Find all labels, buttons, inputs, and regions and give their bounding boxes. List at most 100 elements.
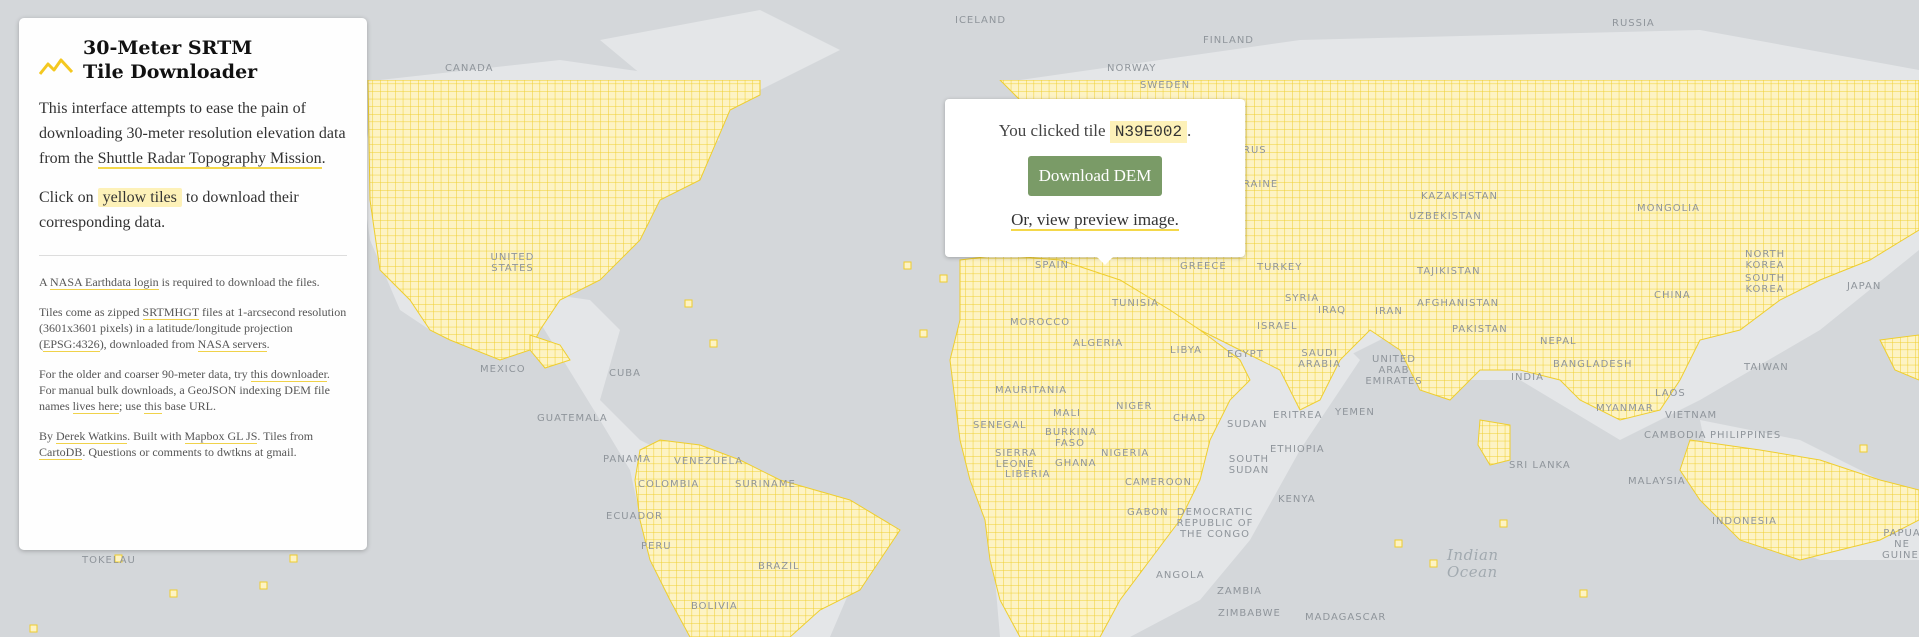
- label-mali: MALI: [1053, 408, 1081, 419]
- label-tunisia: TUNISIA: [1112, 298, 1159, 309]
- label-cambodia: CAMBODIA: [1644, 430, 1707, 441]
- label-indonesia: INDONESIA: [1712, 516, 1777, 527]
- label-israel: ISRAEL: [1257, 321, 1298, 332]
- label-gabon: GABON: [1127, 507, 1169, 518]
- label-brazil: BRAZIL: [758, 561, 800, 572]
- label-norway: NORWAY: [1107, 63, 1157, 74]
- p2-t1: Tiles come as zipped: [39, 305, 143, 319]
- label-zambia: ZAMBIA: [1217, 586, 1262, 597]
- label-vietnam: VIETNAM: [1665, 410, 1718, 421]
- label-kenya: KENYA: [1278, 494, 1316, 505]
- label-colombia: COLOMBIA: [638, 479, 700, 490]
- label-nepal: NEPAL: [1540, 336, 1577, 347]
- p2-t3: ), downloaded from: [99, 337, 198, 351]
- label-ghana: GHANA: [1055, 458, 1097, 469]
- label-spain: SPAIN: [1035, 260, 1070, 271]
- label-zimbabwe: ZIMBABWE: [1218, 608, 1281, 619]
- label-mongolia: MONGOLIA: [1637, 203, 1700, 214]
- instructions-paragraph: Click on yellow tiles to download their …: [39, 185, 347, 235]
- label-angola: ANGOLA: [1156, 570, 1205, 581]
- label-north-korea: NORTH KOREA: [1745, 249, 1786, 271]
- label-philippines: PHILIPPINES: [1710, 430, 1782, 441]
- label-guatemala: GUATEMALA: [537, 413, 608, 424]
- label-belarus: RUS: [1243, 145, 1267, 156]
- epsg-link[interactable]: EPSG:4326: [43, 337, 100, 352]
- srtm-link[interactable]: Shuttle Radar Topography Mission: [97, 150, 322, 169]
- bulk-note: For the older and coarser 90-meter data,…: [39, 366, 347, 414]
- p1-t2: is required to download the files.: [158, 275, 320, 289]
- 90m-downloader-link[interactable]: this downloader: [250, 367, 327, 382]
- mapbox-link[interactable]: Mapbox GL JS: [184, 429, 258, 444]
- preview-image-link[interactable]: Or, view preview image.: [945, 210, 1245, 231]
- format-note: Tiles come as zipped SRTMHGT files at 1-…: [39, 304, 347, 352]
- p4-t1: By: [39, 429, 57, 443]
- label-iran: IRAN: [1375, 306, 1403, 317]
- label-bolivia: BOLIVIA: [691, 601, 738, 612]
- label-sri-lanka: SRI LANKA: [1509, 460, 1571, 471]
- label-egypt: EGYPT: [1227, 349, 1264, 360]
- label-finland: FINLAND: [1203, 35, 1255, 46]
- label-peru: PERU: [641, 541, 672, 552]
- label-canada: CANADA: [445, 63, 494, 74]
- label-malaysia: MALAYSIA: [1628, 476, 1686, 487]
- label-nigeria: NIGERIA: [1101, 448, 1150, 459]
- label-indian-ocean: Indian Ocean: [1447, 546, 1499, 581]
- title-line-2: Tile Downloader: [83, 61, 258, 83]
- label-bangladesh: BANGLADESH: [1553, 359, 1633, 370]
- label-panama: PANAMA: [603, 454, 652, 465]
- nasa-servers-link[interactable]: NASA servers: [197, 337, 267, 352]
- label-burkina-faso: BURKINA FASO: [1045, 427, 1097, 449]
- preview-label: Or, view preview image.: [1011, 210, 1179, 231]
- label-ethiopia: ETHIOPIA: [1270, 444, 1325, 455]
- click-prefix: Click on: [39, 189, 98, 206]
- earthdata-login-link[interactable]: NASA Earthdata login: [50, 275, 159, 290]
- label-laos: LAOS: [1655, 388, 1686, 399]
- popup-suffix: .: [1187, 121, 1192, 140]
- label-mauritania: MAURITANIA: [995, 385, 1068, 396]
- cartodb-link[interactable]: CartoDB: [39, 445, 83, 460]
- label-taiwan: TAIWAN: [1744, 362, 1789, 373]
- yellow-tiles-highlight: yellow tiles: [97, 188, 182, 207]
- label-iceland: ICELAND: [955, 15, 1007, 26]
- label-algeria: ALGERIA: [1073, 338, 1124, 349]
- label-south-sudan: SOUTH SUDAN: [1228, 454, 1270, 476]
- label-ukraine: RAINE: [1243, 179, 1279, 190]
- geojson-link[interactable]: lives here: [72, 399, 119, 414]
- label-suriname: SURINAME: [735, 479, 796, 490]
- label-iraq: IRAQ: [1318, 305, 1347, 316]
- p3-t4: base URL.: [161, 399, 216, 413]
- label-sudan: SUDAN: [1227, 419, 1268, 430]
- popup-message: You clicked tile N39E002.: [945, 119, 1245, 144]
- download-dem-button[interactable]: Download DEM: [1027, 156, 1163, 196]
- p3-t1: For the older and coarser 90-meter data,…: [39, 367, 251, 381]
- p4-t4: . Questions or comments to dwtkns at gma…: [82, 445, 297, 459]
- label-senegal: SENEGAL: [973, 420, 1027, 431]
- label-sierra-leone: SIERRA LEONE: [995, 448, 1037, 470]
- page-title: 30-Meter SRTM Tile Downloader: [83, 36, 257, 84]
- label-mexico: MEXICO: [480, 364, 526, 375]
- login-note: A NASA Earthdata login is required to do…: [39, 274, 347, 290]
- label-tajikistan: TAJIKISTAN: [1417, 266, 1481, 277]
- author-link[interactable]: Derek Watkins: [56, 429, 128, 444]
- srtmhgt-link[interactable]: SRTMHGT: [142, 305, 199, 320]
- label-japan: JAPAN: [1847, 281, 1882, 292]
- label-uzbekistan: UZBEKISTAN: [1409, 211, 1482, 222]
- label-china: CHINA: [1654, 290, 1691, 301]
- label-eritrea: ERITREA: [1273, 410, 1323, 421]
- label-tokelau: TOKELAU: [82, 555, 136, 566]
- label-myanmar: MYANMAR: [1596, 403, 1654, 414]
- label-south-korea: SOUTH KOREA: [1745, 273, 1786, 295]
- credits-note: By Derek Watkins. Built with Mapbox GL J…: [39, 428, 347, 460]
- p1-t1: A: [39, 275, 51, 289]
- p3-t3: ; use: [118, 399, 145, 413]
- base-url-link[interactable]: this: [144, 399, 162, 414]
- label-ecuador: ECUADOR: [606, 511, 663, 522]
- label-liberia: LIBERIA: [1005, 469, 1051, 480]
- label-morocco: MOROCCO: [1010, 317, 1071, 328]
- label-turkey: TURKEY: [1257, 262, 1303, 273]
- label-kazakhstan: KAZAKHSTAN: [1421, 191, 1498, 202]
- label-niger: NIGER: [1116, 401, 1153, 412]
- label-chad: CHAD: [1173, 413, 1207, 424]
- label-uae: UNITED ARAB EMIRATES: [1365, 354, 1423, 387]
- label-madagascar: MADAGASCAR: [1305, 612, 1387, 623]
